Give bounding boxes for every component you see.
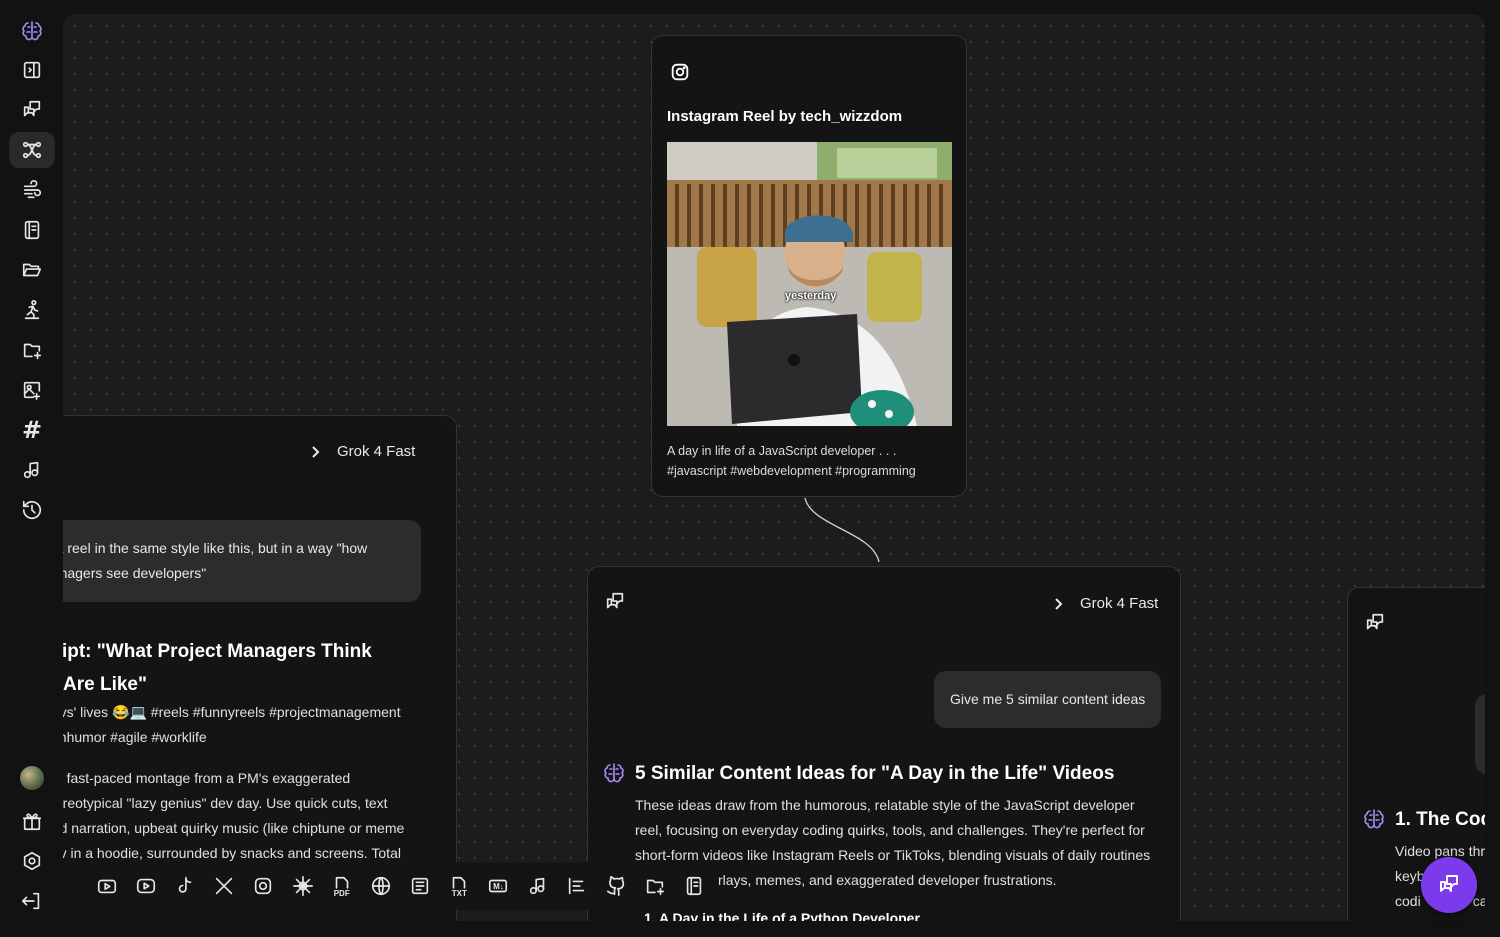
reel-thumbnail[interactable]: yesterday <box>667 142 952 426</box>
burst-icon[interactable] <box>283 871 322 901</box>
reel-caption: A day in life of a JavaScript developer … <box>667 444 916 478</box>
avatar[interactable] <box>9 760 55 796</box>
reel-overlay-text: yesterday <box>785 290 837 302</box>
chat-icon <box>604 591 626 618</box>
brain-icon <box>602 760 626 789</box>
brain-icon <box>1362 806 1386 835</box>
user-message-bubble: Give me 5 similar content ideas <box>934 671 1162 728</box>
workflow-canvas[interactable]: Instagram Reel by tech_wizzdom yesterday… <box>63 14 1485 921</box>
response-heading: 1. The Cod <box>1395 809 1485 830</box>
folder-plus-icon[interactable] <box>9 332 55 368</box>
user-message-bubble: e a reel in the same style like this, bu… <box>63 520 421 602</box>
txt-icon[interactable]: TXT <box>440 871 479 901</box>
source-toolbar: PDF TXT M↓ <box>64 862 714 910</box>
reel-title: Instagram Reel by tech_wizzdom <box>667 108 903 125</box>
chat-icon <box>1364 612 1386 639</box>
youtube-shorts-icon[interactable] <box>126 871 165 901</box>
align-left-icon[interactable] <box>557 871 596 901</box>
instagram-icon <box>669 61 691 88</box>
settings-icon[interactable] <box>9 843 55 879</box>
instagram-icon[interactable] <box>244 871 283 901</box>
instagram-reel-node[interactable]: Instagram Reel by tech_wizzdom yesterday… <box>651 35 967 497</box>
music-icon[interactable] <box>518 871 557 901</box>
response-heading: 5 Similar Content Ideas for "A Day in th… <box>635 763 1115 784</box>
panel-icon[interactable] <box>9 52 55 88</box>
logout-icon[interactable] <box>9 883 55 919</box>
web-icon[interactable] <box>361 871 400 901</box>
wind-icon[interactable] <box>9 172 55 208</box>
hashtag-icon[interactable]: # <box>9 412 55 448</box>
article-icon[interactable] <box>401 871 440 901</box>
chevron-right-icon <box>312 445 320 458</box>
model-selector[interactable]: Grok 4 Fast <box>1052 595 1158 612</box>
model-selector[interactable]: Grok 4 Fast <box>309 443 415 460</box>
sidebar: # <box>0 0 63 937</box>
youtube-icon[interactable] <box>87 871 126 901</box>
response-tags: devs' lives 😂💻 #reels #funnyreels #proje… <box>63 704 401 745</box>
x-icon[interactable] <box>205 871 244 901</box>
tiktok-icon[interactable] <box>165 871 204 901</box>
user-message-bubble <box>1475 694 1485 774</box>
response-body: us, fast-paced montage from a PM's exagg… <box>63 770 405 861</box>
left-chat-node[interactable]: Grok 4 Fast e a reel in the same style l… <box>63 415 457 921</box>
history-icon[interactable] <box>9 492 55 528</box>
gift-icon[interactable] <box>9 803 55 839</box>
folder-plus-icon[interactable] <box>636 871 675 901</box>
chevron-right-icon <box>1055 597 1063 610</box>
pdf-icon[interactable]: PDF <box>322 871 361 901</box>
music-note-icon[interactable] <box>9 452 55 488</box>
markdown-icon[interactable]: M↓ <box>479 871 518 901</box>
list-item: 1. A Day in the Life of a Python Develop… <box>644 910 920 921</box>
workflow-icon[interactable] <box>9 132 55 168</box>
chat-icon <box>1440 875 1458 892</box>
notebook-icon[interactable] <box>9 212 55 248</box>
brain-logo-icon[interactable] <box>9 12 55 48</box>
github-icon[interactable] <box>596 871 635 901</box>
response-heading: cript: "What Project Managers Think Are … <box>63 641 372 695</box>
notebook-icon[interactable] <box>675 871 714 901</box>
skating-icon[interactable] <box>9 292 55 328</box>
folder-open-icon[interactable] <box>9 252 55 288</box>
chat-fab-button[interactable] <box>1421 857 1477 913</box>
image-plus-icon[interactable] <box>9 372 55 408</box>
chat-icon[interactable] <box>9 92 55 128</box>
